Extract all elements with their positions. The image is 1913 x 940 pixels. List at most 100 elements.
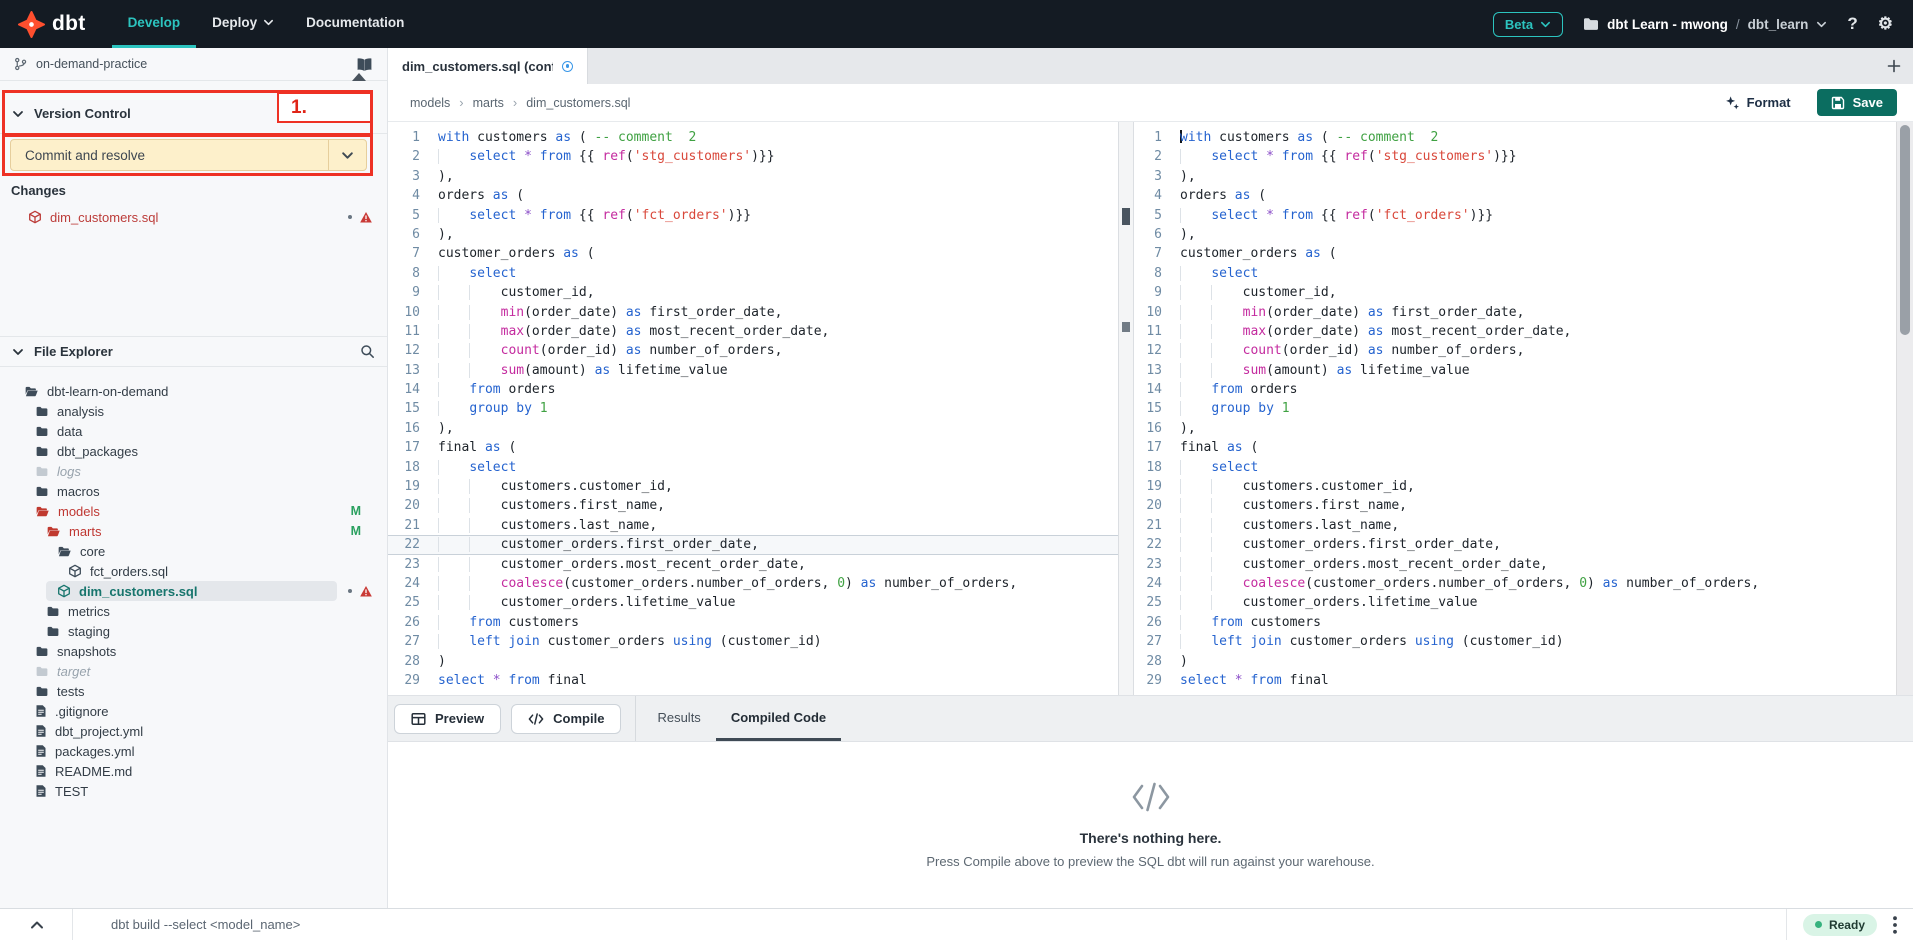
breadcrumb-item[interactable]: models xyxy=(410,96,450,110)
code-line-22[interactable]: 22 customer_orders.first_order_date, xyxy=(1134,535,1896,554)
code-line-16[interactable]: 16), xyxy=(388,419,1118,438)
beta-dropdown[interactable]: Beta xyxy=(1493,12,1563,37)
code-line-10[interactable]: 10 min(order_date) as first_order_date, xyxy=(1134,303,1896,322)
command-input[interactable]: dbt build --select <model_name> xyxy=(111,917,300,932)
kebab-menu-icon[interactable] xyxy=(1893,916,1897,934)
file-explorer-header[interactable]: File Explorer xyxy=(0,336,387,367)
code-line-18[interactable]: 18 select xyxy=(1134,458,1896,477)
code-line-24[interactable]: 24 coalesce(customer_orders.number_of_or… xyxy=(1134,574,1896,593)
file-tree-item-logs[interactable]: logs xyxy=(0,461,387,481)
code-line-24[interactable]: 24 coalesce(customer_orders.number_of_or… xyxy=(388,574,1118,593)
code-line-7[interactable]: 7customer_orders as ( xyxy=(1134,244,1896,263)
code-line-11[interactable]: 11 max(order_date) as most_recent_order_… xyxy=(1134,322,1896,341)
file-tree-item-readme-md[interactable]: README.md xyxy=(0,761,387,781)
save-button[interactable]: Save xyxy=(1817,89,1897,116)
code-line-15[interactable]: 15 group by 1 xyxy=(388,399,1118,418)
preview-button[interactable]: Preview xyxy=(394,704,501,734)
file-tree-item-target[interactable]: target xyxy=(0,661,387,681)
code-line-4[interactable]: 4orders as ( xyxy=(388,186,1118,205)
nav-item-deploy[interactable]: Deploy xyxy=(196,0,290,48)
editor-tab-dim-customers[interactable]: dim_customers.sql (confli... xyxy=(388,48,588,84)
code-line-25[interactable]: 25 customer_orders.lifetime_value xyxy=(1134,593,1896,612)
branch-selector[interactable]: on-demand-practice xyxy=(0,48,387,81)
scrollbar-thumb[interactable] xyxy=(1122,322,1130,332)
code-line-10[interactable]: 10 min(order_date) as first_order_date, xyxy=(388,303,1118,322)
gear-icon[interactable]: ⚙ xyxy=(1878,14,1893,34)
docs-book-icon[interactable] xyxy=(356,57,373,72)
code-line-20[interactable]: 20 customers.first_name, xyxy=(388,496,1118,515)
tab-results[interactable]: Results xyxy=(642,696,715,741)
file-tree-item-staging[interactable]: staging xyxy=(0,621,387,641)
collapse-panel-icon[interactable] xyxy=(30,920,44,930)
code-line-29[interactable]: 29select * from final xyxy=(388,671,1118,690)
code-line-13[interactable]: 13 sum(amount) as lifetime_value xyxy=(388,361,1118,380)
file-tree-item-core[interactable]: core xyxy=(0,541,387,561)
code-line-1[interactable]: 1with customers as ( -- comment 2 xyxy=(388,128,1118,147)
code-line-17[interactable]: 17final as ( xyxy=(388,438,1118,457)
commit-dropdown-toggle[interactable] xyxy=(328,140,366,170)
vertical-scrollbar[interactable] xyxy=(1896,122,1913,695)
file-tree-item-models[interactable]: modelsM xyxy=(0,501,387,521)
code-line-12[interactable]: 12 count(order_id) as number_of_orders, xyxy=(388,341,1118,360)
code-line-13[interactable]: 13 sum(amount) as lifetime_value xyxy=(1134,361,1896,380)
code-line-23[interactable]: 23 customer_orders.most_recent_order_dat… xyxy=(1134,555,1896,574)
search-icon[interactable] xyxy=(360,344,375,359)
file-tree-item-dim-customers-sql[interactable]: dim_customers.sql xyxy=(0,581,387,601)
code-line-25[interactable]: 25 customer_orders.lifetime_value xyxy=(388,593,1118,612)
pane-divider-scrollbar[interactable] xyxy=(1118,122,1134,695)
code-line-19[interactable]: 19 customers.customer_id, xyxy=(388,477,1118,496)
file-tree-item-test[interactable]: TEST xyxy=(0,781,387,801)
nav-item-documentation[interactable]: Documentation xyxy=(290,0,420,48)
dbt-logo[interactable]: dbt xyxy=(0,0,112,48)
code-line-28[interactable]: 28) xyxy=(388,652,1118,671)
code-line-17[interactable]: 17final as ( xyxy=(1134,438,1896,457)
file-tree-item-packages-yml[interactable]: packages.yml xyxy=(0,741,387,761)
account-selector[interactable]: dbt Learn - mwong / dbt_learn xyxy=(1583,17,1827,32)
file-tree-item-dbt-learn-on-demand[interactable]: dbt-learn-on-demand xyxy=(0,381,387,401)
code-pane-right[interactable]: 1with customers as ( -- comment 22 selec… xyxy=(1134,122,1896,695)
code-line-11[interactable]: 11 max(order_date) as most_recent_order_… xyxy=(388,322,1118,341)
file-tree-item-snapshots[interactable]: snapshots xyxy=(0,641,387,661)
code-line-16[interactable]: 16), xyxy=(1134,419,1896,438)
code-line-5[interactable]: 5 select * from {{ ref('fct_orders')}} xyxy=(1134,206,1896,225)
code-line-18[interactable]: 18 select xyxy=(388,458,1118,477)
code-line-2[interactable]: 2 select * from {{ ref('stg_customers')}… xyxy=(1134,147,1896,166)
code-line-4[interactable]: 4orders as ( xyxy=(1134,186,1896,205)
code-line-28[interactable]: 28) xyxy=(1134,652,1896,671)
code-line-23[interactable]: 23 customer_orders.most_recent_order_dat… xyxy=(388,555,1118,574)
code-line-26[interactable]: 26 from customers xyxy=(1134,613,1896,632)
file-tree-item-dbt-project-yml[interactable]: dbt_project.yml xyxy=(0,721,387,741)
breadcrumb-item[interactable]: dim_customers.sql xyxy=(526,96,630,110)
code-line-2[interactable]: 2 select * from {{ ref('stg_customers')}… xyxy=(388,147,1118,166)
file-tree-item-metrics[interactable]: metrics xyxy=(0,601,387,621)
code-line-9[interactable]: 9 customer_id, xyxy=(388,283,1118,302)
code-line-7[interactable]: 7customer_orders as ( xyxy=(388,244,1118,263)
code-line-9[interactable]: 9 customer_id, xyxy=(1134,283,1896,302)
code-line-20[interactable]: 20 customers.first_name, xyxy=(1134,496,1896,515)
file-tree-item-tests[interactable]: tests xyxy=(0,681,387,701)
code-line-5[interactable]: 5 select * from {{ ref('fct_orders')}} xyxy=(388,206,1118,225)
file-tree-item-macros[interactable]: macros xyxy=(0,481,387,501)
file-tree-item-data[interactable]: data xyxy=(0,421,387,441)
file-tree-item-analysis[interactable]: analysis xyxy=(0,401,387,421)
code-line-29[interactable]: 29select * from final xyxy=(1134,671,1896,690)
new-tab-button[interactable] xyxy=(1887,48,1913,84)
code-line-27[interactable]: 27 left join customer_orders using (cust… xyxy=(1134,632,1896,651)
compile-button[interactable]: Compile xyxy=(511,704,621,734)
code-line-1[interactable]: 1with customers as ( -- comment 2 xyxy=(1134,128,1896,147)
code-line-12[interactable]: 12 count(order_id) as number_of_orders, xyxy=(1134,341,1896,360)
format-button[interactable]: Format xyxy=(1725,95,1791,110)
code-pane-left[interactable]: 1with customers as ( -- comment 22 selec… xyxy=(388,122,1118,695)
scrollbar-thumb[interactable] xyxy=(1900,125,1910,335)
code-line-14[interactable]: 14 from orders xyxy=(388,380,1118,399)
commit-and-resolve-button[interactable]: Commit and resolve xyxy=(10,139,367,171)
tab-compiled-code[interactable]: Compiled Code xyxy=(716,696,841,741)
code-line-3[interactable]: 3), xyxy=(388,167,1118,186)
file-tree-item-fct-orders-sql[interactable]: fct_orders.sql xyxy=(0,561,387,581)
breadcrumb-item[interactable]: marts xyxy=(473,96,504,110)
code-line-26[interactable]: 26 from customers xyxy=(388,613,1118,632)
code-line-6[interactable]: 6), xyxy=(1134,225,1896,244)
code-line-22[interactable]: 22 customer_orders.first_order_date, xyxy=(388,535,1118,554)
changed-file-row[interactable]: dim_customers.sql xyxy=(0,206,387,228)
file-tree-item--gitignore[interactable]: .gitignore xyxy=(0,701,387,721)
